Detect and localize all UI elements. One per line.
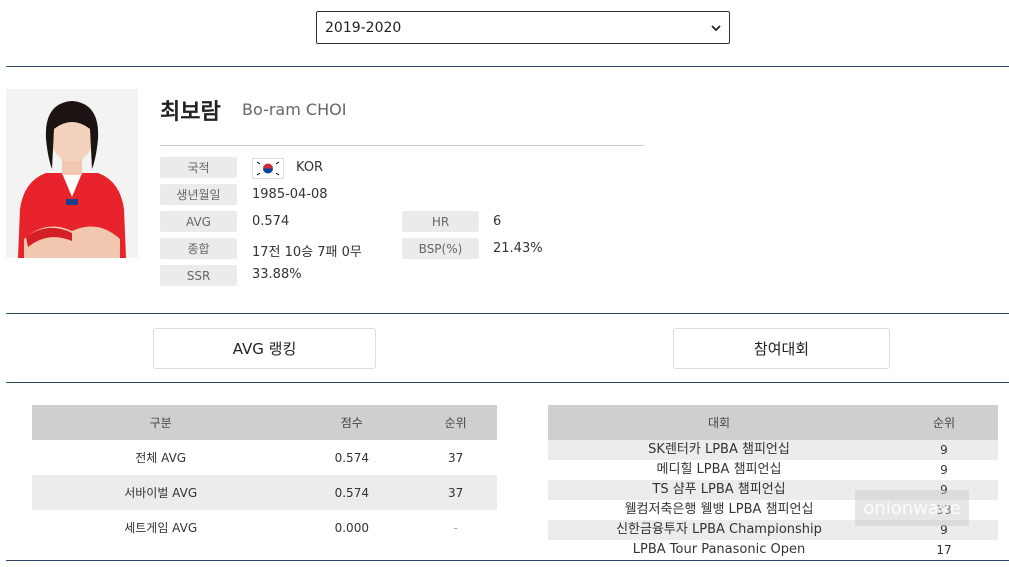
divider-top — [6, 66, 1009, 67]
row-category: 세트게임 AVG — [124, 521, 198, 535]
birthdate-label: 생년월일 — [160, 184, 237, 205]
tab-tournaments[interactable]: 참여대회 — [673, 328, 890, 369]
divider-middle — [6, 313, 1009, 314]
table-row: 전체 AVG 0.574 37 — [32, 440, 497, 475]
row-score: 0.574 — [289, 475, 415, 510]
tournament-rank: 9 — [890, 440, 998, 460]
tournament-name[interactable]: 신한금융투자 LPBA Championship — [548, 520, 890, 540]
row-rank: 37 — [414, 475, 497, 510]
tournament-name[interactable]: 웰컴저축은행 웰뱅 LPBA 챔피언십 — [548, 500, 890, 520]
row-score: 0.574 — [334, 450, 369, 465]
hr-value: 6 — [493, 214, 502, 229]
tournament-name[interactable]: LPBA Tour Panasonic Open — [548, 540, 890, 560]
table-row: 세트게임 AVG 0.000 - — [32, 510, 497, 545]
name-divider — [160, 145, 644, 146]
nationality-label: 국적 — [160, 157, 237, 178]
header-score: 점수 — [289, 405, 415, 440]
row-category: 서바이벌 AVG — [32, 475, 290, 510]
ssr-value: 33.88% — [252, 267, 302, 282]
table-row: 서바이벌 AVG 0.574 37 — [32, 475, 497, 510]
tournament-table: 대회 순위 SK렌터카 LPBA 챔피언십 9 메디힐 LPBA 챔피언십 9 … — [548, 405, 998, 560]
record-value: 17전 10승 7패 0무 — [252, 245, 362, 260]
table-row: 메디힐 LPBA 챔피언십 9 — [548, 460, 998, 480]
nationality-value: KOR — [296, 160, 324, 175]
tournament-name[interactable]: 메디힐 LPBA 챔피언십 — [548, 460, 890, 480]
row-category: 전체 AVG — [135, 451, 187, 465]
table-header-row: 대회 순위 — [548, 405, 998, 440]
header-rank: 순위 — [890, 405, 998, 440]
player-name-korean: 최보람 — [160, 100, 221, 125]
tab-avg-ranking[interactable]: AVG 랭킹 — [153, 328, 376, 369]
birthdate-value: 1985-04-08 — [252, 187, 328, 202]
divider-lower — [6, 382, 1009, 383]
ssr-label: SSR — [160, 265, 237, 286]
watermark: onionwave — [855, 490, 969, 526]
header-rank: 순위 — [414, 405, 497, 440]
player-name-english: Bo-ram CHOI — [242, 100, 347, 119]
row-rank: - — [453, 520, 458, 535]
bsp-value: 21.43% — [493, 241, 543, 256]
header-tournament: 대회 — [548, 405, 890, 440]
divider-bottom — [6, 560, 1009, 561]
tournament-name[interactable]: TS 샴푸 LPBA 챔피언십 — [548, 480, 890, 500]
season-select[interactable]: 2019-2020 — [316, 11, 730, 44]
table-header-row: 구분 점수 순위 — [32, 405, 497, 440]
row-score: 0.000 — [334, 520, 369, 535]
tournament-rank: 17 — [936, 543, 952, 557]
hr-label: HR — [402, 211, 479, 232]
chevron-down-icon — [711, 24, 721, 31]
season-select-value: 2019-2020 — [325, 19, 402, 36]
avg-ranking-table: 구분 점수 순위 전체 AVG 0.574 37 서바이벌 AVG 0.574 … — [32, 405, 497, 545]
avg-label: AVG — [160, 211, 237, 232]
korea-flag-icon — [252, 158, 284, 179]
row-rank: 37 — [447, 450, 464, 465]
header-category: 구분 — [32, 405, 290, 440]
avg-value: 0.574 — [252, 214, 290, 229]
tournament-rank: 9 — [940, 463, 948, 477]
record-label: 종합 — [160, 238, 237, 259]
table-row: SK렌터카 LPBA 챔피언십 9 — [548, 440, 998, 460]
bsp-label: BSP(%) — [402, 238, 479, 259]
table-row: LPBA Tour Panasonic Open 17 — [548, 540, 998, 560]
player-photo — [6, 89, 138, 258]
tournament-name[interactable]: SK렌터카 LPBA 챔피언십 — [548, 440, 890, 460]
